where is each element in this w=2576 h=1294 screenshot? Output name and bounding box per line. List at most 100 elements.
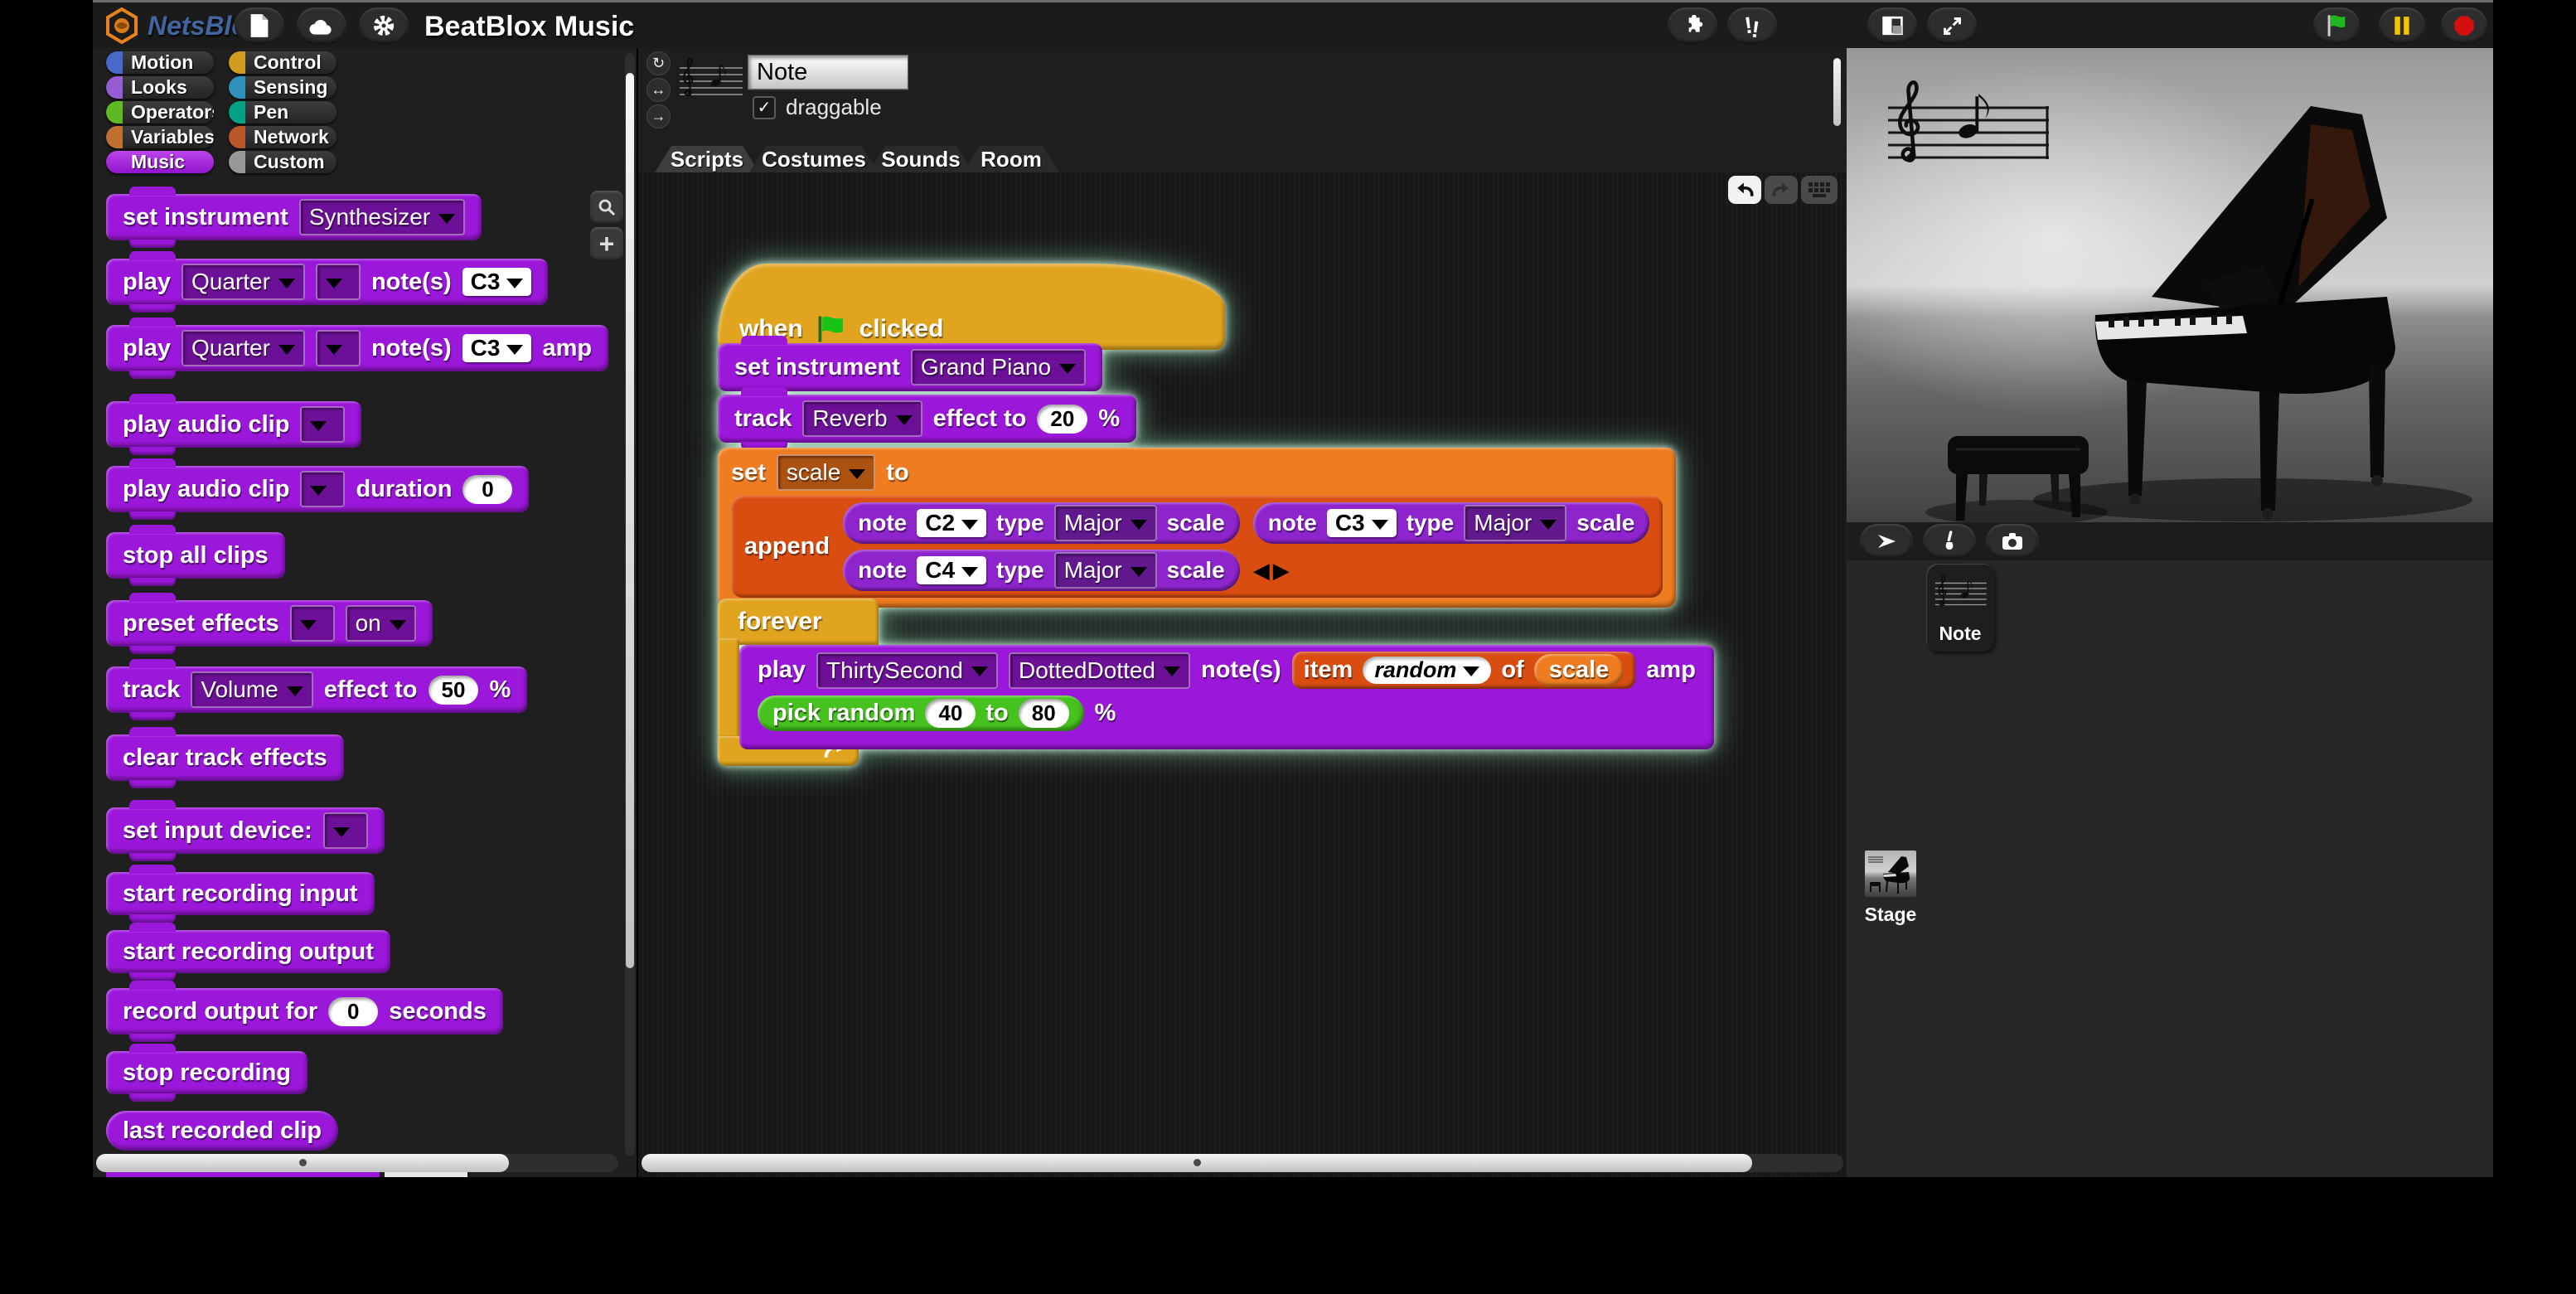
search-blocks-button[interactable]	[590, 191, 623, 224]
modifier-dropdown[interactable]	[316, 264, 361, 300]
stop-button[interactable]	[2441, 7, 2487, 44]
input-device-dropdown[interactable]	[323, 812, 368, 849]
clip-dropdown[interactable]	[300, 471, 345, 507]
note-dropdown[interactable]: C3	[462, 334, 532, 362]
layout-toggle-button[interactable]	[1867, 7, 1917, 44]
category-control[interactable]: Control	[229, 51, 337, 74]
note-reporter-block[interactable]: note C3 type Major scale	[1253, 502, 1650, 544]
camera-sprite-button[interactable]	[1986, 524, 2039, 559]
green-flag-button[interactable]	[2313, 7, 2360, 44]
duration-dropdown[interactable]: Quarter	[182, 264, 305, 300]
category-custom[interactable]: Custom	[229, 151, 337, 173]
script-block-set-variable[interactable]: set scale to append note C2 type Major s…	[718, 448, 1676, 608]
palette-block-stop-all-clips[interactable]: stop all clips	[106, 532, 285, 579]
category-sensing[interactable]: Sensing	[229, 76, 337, 99]
palette-block-set-instrument[interactable]: set instrument Synthesizer	[106, 194, 482, 240]
category-music[interactable]: Music	[106, 151, 214, 173]
fullscreen-button[interactable]	[1927, 7, 1977, 44]
duration-input[interactable]: 0	[462, 475, 512, 504]
header-vscroll-thumb[interactable]	[1833, 58, 1841, 126]
track-effect-dropdown[interactable]: Reverb	[802, 400, 922, 437]
on-off-dropdown[interactable]: on	[346, 605, 416, 642]
tab-scripts[interactable]: Scripts	[655, 146, 759, 172]
scripting-area[interactable]: when clicked set instrument Grand Piano …	[638, 172, 1847, 1177]
append-reporter-block[interactable]: append note C2 type Major scale note C3	[731, 496, 1663, 598]
duration-dropdown[interactable]: ThirtySecond	[816, 652, 998, 689]
category-operators[interactable]: Operators	[106, 101, 214, 124]
rotate-none-button[interactable]: →	[646, 104, 671, 128]
rotate-freely-button[interactable]: ↻	[646, 51, 671, 75]
scale-type-dropdown[interactable]: Major	[1054, 552, 1157, 589]
category-pen[interactable]: Pen	[229, 101, 337, 124]
palette-block-record-output-for[interactable]: record output for 0 seconds	[106, 988, 503, 1035]
make-block-button[interactable]: +	[590, 227, 623, 260]
script-block-set-instrument[interactable]: set instrument Grand Piano	[718, 343, 1102, 391]
palette-block-play-notes-amp[interactable]: play Quarter note(s) C3 amp	[106, 325, 608, 371]
note-dropdown[interactable]: C3	[1327, 509, 1397, 537]
palette-block-stop-recording[interactable]: stop recording	[106, 1051, 307, 1094]
seconds-input[interactable]: 0	[328, 997, 378, 1026]
palette-hscroll-thumb[interactable]	[96, 1154, 509, 1172]
duration-dropdown[interactable]: Quarter	[182, 330, 305, 366]
modifier-dropdown[interactable]	[316, 330, 361, 366]
random-min-input[interactable]: 40	[925, 699, 976, 728]
variable-reporter-scale[interactable]: scale	[1534, 654, 1625, 686]
item-of-reporter-block[interactable]: item random of scale	[1292, 652, 1636, 689]
tab-room[interactable]: Room	[963, 146, 1059, 172]
instrument-dropdown[interactable]: Synthesizer	[299, 199, 465, 235]
stage-thumbnail[interactable]	[1865, 851, 1916, 897]
palette-block-track-effect[interactable]: track Volume effect to 50 %	[106, 666, 527, 713]
scale-type-dropdown[interactable]: Major	[1464, 505, 1566, 541]
instrument-dropdown[interactable]: Grand Piano	[911, 349, 1086, 385]
category-looks[interactable]: Looks	[106, 76, 214, 99]
forever-block[interactable]: forever	[718, 599, 879, 645]
category-variables[interactable]: Variables	[106, 126, 214, 148]
script-block-play-notes-amp[interactable]: play ThirtySecond DottedDotted note(s) i…	[739, 645, 1714, 749]
index-dropdown-input[interactable]: random	[1363, 657, 1491, 684]
category-motion[interactable]: Motion	[106, 51, 214, 74]
palette-block-play-audio-clip[interactable]: play audio clip	[106, 401, 361, 448]
draggable-checkbox[interactable]: ✓	[753, 96, 776, 119]
scripts-hscroll-thumb[interactable]	[642, 1154, 1752, 1172]
note-dropdown[interactable]: C3	[462, 268, 532, 296]
tab-sounds[interactable]: Sounds	[869, 146, 973, 172]
track-effect-dropdown[interactable]: Volume	[191, 671, 312, 708]
effect-dropdown[interactable]	[290, 605, 335, 642]
palette-block-play-audio-clip-duration[interactable]: play audio clip duration 0	[106, 466, 529, 512]
cloud-menu-button[interactable]	[297, 7, 346, 44]
extensions-button[interactable]	[1668, 7, 1717, 44]
palette-block-set-input-device[interactable]: set input device:	[106, 807, 385, 854]
stage[interactable]	[1847, 48, 2493, 522]
random-max-input[interactable]: 80	[1019, 699, 1069, 728]
sprite-card-note[interactable]: Note	[1926, 564, 1994, 652]
when-flag-clicked-hat-block[interactable]: when clicked	[718, 264, 1225, 350]
note-dropdown[interactable]: C2	[917, 509, 986, 537]
tab-costumes[interactable]: Costumes	[749, 146, 879, 172]
category-network[interactable]: Network	[229, 126, 337, 148]
visible-stepping-button[interactable]: !!	[1727, 7, 1777, 44]
clip-dropdown[interactable]	[300, 406, 345, 443]
rotate-flip-button[interactable]: ↔	[646, 78, 671, 102]
pause-button[interactable]	[2379, 7, 2425, 44]
script-block-track-effect[interactable]: track Reverb effect to 20 %	[718, 395, 1136, 443]
sprite-name-input[interactable]	[748, 55, 908, 90]
palette-block-clear-track-effects[interactable]: clear track effects	[106, 734, 344, 781]
effect-value-input[interactable]: 50	[429, 676, 479, 705]
palette-block-start-recording-output[interactable]: start recording output	[106, 930, 390, 973]
scale-type-dropdown[interactable]: Major	[1054, 505, 1157, 541]
variable-dropdown[interactable]: scale	[777, 454, 875, 491]
palette-vscroll-thumb[interactable]	[626, 73, 634, 968]
pick-random-reporter-block[interactable]: pick random 40 to 80	[758, 695, 1084, 731]
new-sprite-button[interactable]	[1860, 524, 1913, 559]
file-menu-button[interactable]	[235, 7, 284, 44]
note-reporter-block[interactable]: note C4 type Major scale	[843, 550, 1240, 591]
effect-value-input[interactable]: 20	[1037, 405, 1087, 434]
palette-block-preset-effects[interactable]: preset effects on	[106, 600, 433, 647]
palette-block-play-notes[interactable]: play Quarter note(s) C3	[106, 259, 548, 305]
modifier-dropdown[interactable]: DottedDotted	[1009, 652, 1190, 689]
paint-sprite-button[interactable]	[1923, 524, 1976, 559]
note-reporter-block[interactable]: note C2 type Major scale	[843, 502, 1240, 544]
note-dropdown[interactable]: C4	[917, 556, 986, 584]
palette-block-start-recording-input[interactable]: start recording input	[106, 872, 375, 915]
variadic-arrows[interactable]: ◀▶	[1253, 558, 1650, 584]
